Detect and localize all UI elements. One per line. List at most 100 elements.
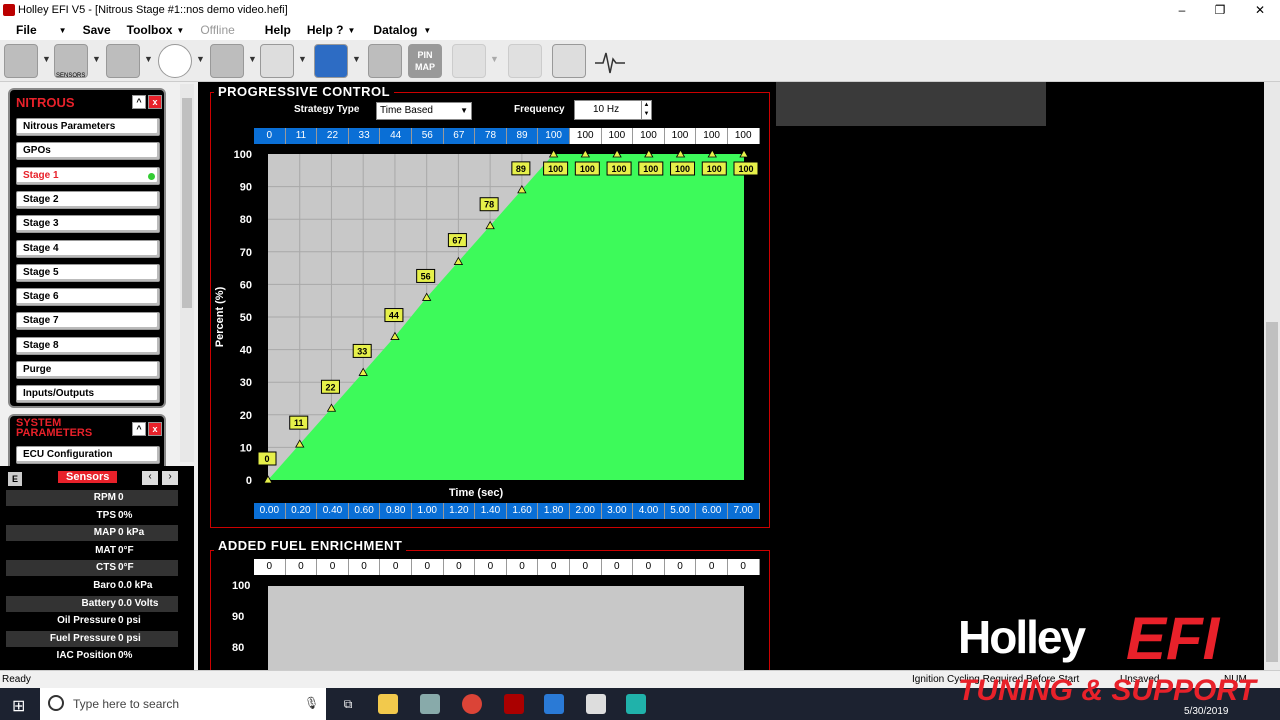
chevron-down-icon[interactable]: ▼ [196,54,205,64]
ecu-icon[interactable] [106,44,140,78]
chevron-down-icon[interactable]: ▼ [423,26,431,35]
fuel-chart-area[interactable] [268,586,744,670]
nav-stage-7[interactable]: Stage 7 [16,312,160,331]
value-cell[interactable]: 7.00 [727,503,760,519]
maximize-button[interactable]: ❐ [1200,0,1240,20]
data-point-marker[interactable] [580,149,591,158]
value-cell[interactable]: 0.80 [380,503,412,519]
value-cell[interactable]: 0 [254,559,286,575]
value-cell[interactable]: 6.00 [696,503,728,519]
menu-datalog[interactable]: Datalog [373,23,417,37]
tools-icon[interactable] [210,44,244,78]
value-cell[interactable]: 0.00 [254,503,286,519]
value-cell[interactable]: 1.00 [411,503,444,519]
value-cell[interactable]: 2.00 [569,503,602,519]
microphone-icon[interactable]: 🎙 [304,696,319,710]
chevron-down-icon[interactable]: ▼ [248,54,257,64]
menu-toolbox[interactable]: Toolbox [127,23,173,37]
menu-save[interactable]: Save [83,23,111,37]
data-point-marker[interactable] [739,149,749,158]
data-point-marker[interactable] [707,149,717,158]
chevron-down-icon[interactable]: ▼ [59,26,67,35]
value-cell[interactable]: 1.60 [506,503,539,519]
progressive-chart[interactable]: 0 10 20 30 40 50 60 70 80 90 100 Percent (%) Time (s… [198,82,798,542]
photos-icon[interactable] [586,694,606,714]
value-cell[interactable]: 0.20 [285,503,318,519]
value-cell[interactable]: 0 [569,559,602,575]
file-explorer-icon[interactable] [378,694,398,714]
chevron-down-icon[interactable]: ▼ [144,54,153,64]
nav-gpos[interactable]: GPOs [16,142,160,161]
value-cell[interactable]: 0 [696,559,728,575]
value-cell[interactable]: 1.20 [443,503,476,519]
value-cell[interactable]: 0 [633,559,665,575]
close-button[interactable]: ✕ [1240,0,1280,20]
menu-help-question[interactable]: Help ? [307,23,344,37]
nav-stage-1[interactable]: Stage 1 [16,166,160,185]
sensors-icon[interactable]: SENSORS [54,44,88,79]
nav-purge[interactable]: Purge [16,361,160,379]
data-point-marker[interactable] [675,149,686,158]
chevron-down-icon[interactable]: ▼ [352,54,361,64]
value-cell[interactable]: 0 [348,559,381,575]
nav-inputs-outputs[interactable]: Inputs/Outputs [16,385,160,404]
data-point-marker[interactable] [612,149,622,158]
nav-stage-5[interactable]: Stage 5 [16,263,160,282]
left-panel-scrollbar[interactable] [180,84,194,462]
value-cell[interactable]: 3.00 [601,503,634,519]
collapse-button[interactable]: ^ [132,95,146,109]
nav-ecu-configuration[interactable]: ECU Configuration [16,446,160,464]
taskbar-search-box[interactable]: Type here to search 🎙 [40,688,326,720]
close-group-button[interactable]: x [148,422,162,436]
heartbeat-icon[interactable] [592,44,626,78]
dyno-icon[interactable] [552,44,586,78]
value-cell[interactable]: 1.80 [538,503,570,519]
video-icon[interactable] [544,694,564,714]
value-cell[interactable]: 1.40 [475,503,507,519]
nav-nitrous-parameters[interactable]: Nitrous Parameters [16,118,160,136]
menu-help[interactable]: Help [265,23,291,37]
value-cell[interactable]: 0 [380,559,412,575]
gauge-icon[interactable] [158,44,192,78]
collapse-button[interactable]: ^ [132,422,146,436]
value-cell[interactable]: 0 [506,559,539,575]
windows-start-icon[interactable]: ⊞ [12,696,25,716]
value-cell[interactable]: 0.60 [348,503,381,519]
transfer-icon[interactable] [368,44,402,78]
value-cell[interactable]: 0 [443,559,476,575]
value-cell[interactable]: 4.00 [633,503,665,519]
value-cell[interactable]: 0 [727,559,760,575]
value-cell[interactable]: 0 [475,559,507,575]
value-cell[interactable]: 5.00 [664,503,697,519]
nos-bottle-icon[interactable] [314,44,348,78]
value-cell[interactable]: 0 [411,559,444,575]
nav-stage-8[interactable]: Stage 8 [16,336,160,355]
value-cell[interactable]: 0 [285,559,318,575]
app-icon[interactable] [420,694,440,714]
remote-desktop-icon[interactable] [626,694,646,714]
nav-stage-6[interactable]: Stage 6 [16,288,160,307]
close-group-button[interactable]: x [148,95,162,109]
value-cell[interactable]: 0.40 [317,503,349,519]
value-cell[interactable]: 0 [601,559,634,575]
minimize-button[interactable]: – [1162,0,1202,20]
chevron-down-icon[interactable]: ▼ [92,54,101,64]
scrollbar-thumb[interactable] [182,98,192,308]
task-view-icon[interactable]: ⧉ [338,694,358,714]
menu-file[interactable]: File [16,23,37,37]
next-arrow-icon[interactable]: › [162,471,178,485]
prev-arrow-icon[interactable]: ‹ [142,471,158,485]
pin-map-icon[interactable]: PIN MAP [408,44,442,78]
chevron-down-icon[interactable]: ▼ [347,26,355,35]
nav-stage-4[interactable]: Stage 4 [16,239,160,258]
value-cell[interactable]: 0 [538,559,570,575]
expand-button[interactable]: E [8,472,22,486]
chevron-down-icon[interactable]: ▼ [298,54,307,64]
value-cell[interactable]: 0 [664,559,697,575]
chrome-icon[interactable] [462,694,482,714]
nav-stage-3[interactable]: Stage 3 [16,215,160,234]
chevron-down-icon[interactable]: ▼ [42,54,51,64]
main-scrollbar[interactable] [1264,82,1280,670]
injector-icon[interactable] [4,44,38,78]
holley-efi-icon[interactable] [504,694,524,714]
